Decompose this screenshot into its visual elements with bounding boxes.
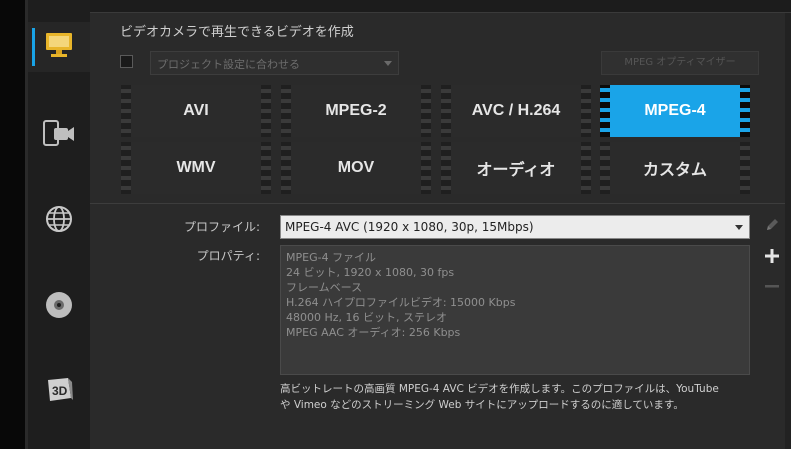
chevron-down-icon (735, 225, 743, 230)
edit-profile-button[interactable] (762, 217, 782, 237)
pencil-icon (764, 217, 780, 237)
properties-label: プロパティ: (196, 249, 260, 263)
profile-label: プロファイル: (183, 220, 260, 234)
format-audio-button[interactable]: オーディオ (441, 142, 591, 194)
match-project-checkbox[interactable] (120, 55, 133, 68)
monitor-icon (44, 31, 74, 63)
remove-profile-button[interactable] (762, 278, 782, 298)
properties-box: MPEG-4 ファイル 24 ビット, 1920 x 1080, 30 fps … (280, 245, 750, 375)
sidebar-item-disc[interactable] (28, 282, 90, 332)
property-line: MPEG-4 ファイル (286, 251, 377, 264)
svg-text:3D: 3D (52, 384, 68, 398)
property-line: H.264 ハイプロファイルビデオ: 15000 Kbps (286, 296, 516, 309)
main-panel: ビデオカメラで再生できるビデオを作成 プロジェクト設定に合わせる MPEG オプ… (90, 0, 791, 449)
format-mpeg4-button[interactable]: MPEG-4 (600, 85, 750, 137)
format-custom-button[interactable]: カスタム (600, 142, 750, 194)
description-line: や Vimeo などのストリーミング Web サイトにアップロードするのに適して… (280, 399, 684, 411)
sidebar-item-3d[interactable]: 3D (28, 366, 90, 416)
property-line: MPEG AAC オーディオ: 256 Kbps (286, 326, 461, 339)
mobile-camera-icon (42, 118, 76, 152)
profile-select[interactable]: MPEG-4 AVC (1920 x 1080, 30p, 15Mbps) (280, 215, 750, 239)
top-stripe (90, 0, 791, 13)
property-line: 48000 Hz, 16 ビット, ステレオ (286, 311, 448, 324)
add-profile-button[interactable] (762, 248, 782, 268)
page-title: ビデオカメラで再生できるビデオを作成 (120, 25, 354, 40)
mpeg-optimizer-button[interactable]: MPEG オプティマイザー (601, 51, 759, 75)
format-mov-button[interactable]: MOV (281, 142, 431, 194)
3d-icon: 3D (44, 374, 74, 408)
sidebar-item-online[interactable] (28, 196, 90, 246)
profile-description: 高ビットレートの高画質 MPEG-4 AVC ビデオを作成します。このプロファイ… (280, 381, 760, 413)
sidebar-item-device[interactable] (28, 110, 90, 160)
format-avc-h264-button[interactable]: AVC / H.264 (441, 85, 591, 137)
left-panel-edge (0, 0, 25, 449)
disc-icon (44, 290, 74, 324)
chevron-down-icon (384, 61, 392, 66)
sidebar: 3D (28, 0, 90, 449)
globe-icon (44, 204, 74, 238)
section-divider (90, 203, 791, 204)
project-settings-select[interactable]: プロジェクト設定に合わせる (150, 51, 399, 75)
format-mpeg2-button[interactable]: MPEG-2 (281, 85, 431, 137)
format-wmv-button[interactable]: WMV (121, 142, 271, 194)
profile-value: MPEG-4 AVC (1920 x 1080, 30p, 15Mbps) (285, 220, 534, 234)
vertical-scrollbar[interactable] (785, 13, 791, 449)
plus-icon (764, 248, 780, 268)
project-settings-label: プロジェクト設定に合わせる (157, 58, 300, 71)
sidebar-item-computer[interactable] (28, 22, 90, 72)
minus-icon (764, 278, 780, 298)
property-line: フレームベース (286, 281, 363, 294)
description-line: 高ビットレートの高画質 MPEG-4 AVC ビデオを作成します。このプロファイ… (280, 383, 719, 395)
property-line: 24 ビット, 1920 x 1080, 30 fps (286, 266, 455, 279)
format-avi-button[interactable]: AVI (121, 85, 271, 137)
